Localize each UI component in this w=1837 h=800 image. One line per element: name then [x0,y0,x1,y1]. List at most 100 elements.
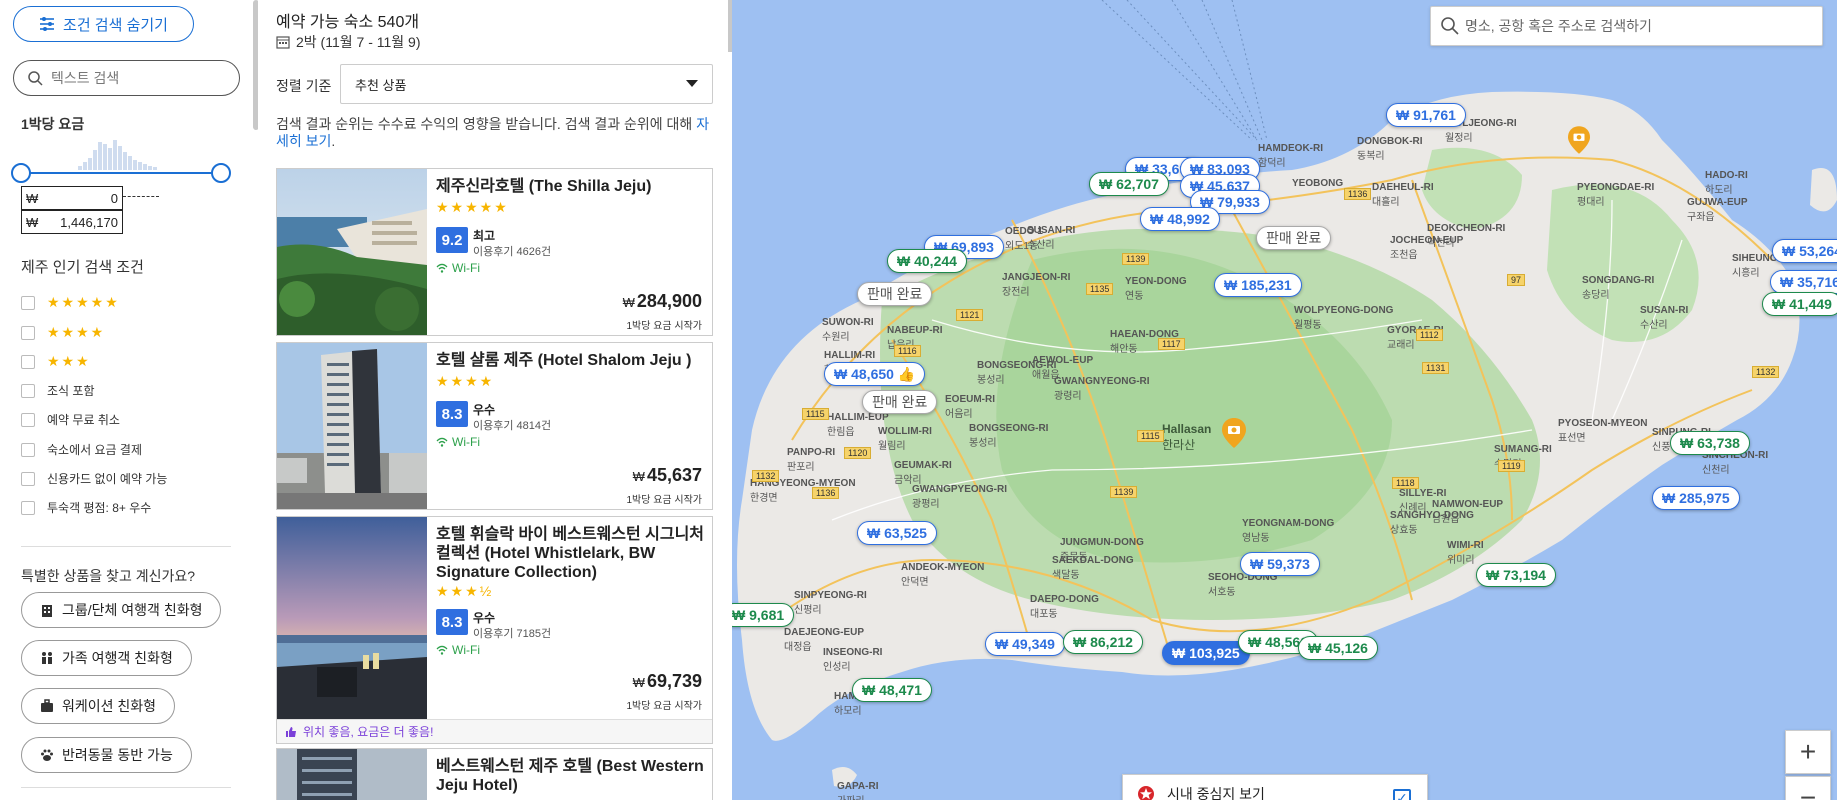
hotel-card-whistlelark[interactable]: 호텔 휘슬락 바이 베스트웨스턴 시그니처 컬렉션 (Hotel Whistle… [276,516,713,744]
price-pin[interactable]: ₩ 103,925 [1162,641,1250,665]
hotel-stars: ★★★½ [436,583,494,599]
price-pin[interactable]: ₩ 35,716 [1770,270,1837,294]
ranking-note: 검색 결과 순위는 수수료 수익의 영향을 받습니다. 검색 결과 순위에 대해… [276,116,716,150]
checkbox[interactable] [21,471,35,486]
price-pin[interactable]: ₩ 285,975 [1652,486,1740,510]
price-pin[interactable]: ₩ 48,992 [1140,207,1220,231]
checkbox[interactable] [21,354,35,369]
zoom-in-button[interactable]: + [1785,730,1831,774]
place-name-ko: 하도리 [1705,185,1733,196]
place-name-en: SILLYE-RI [1399,488,1447,499]
price-value: 69,739 [646,671,702,691]
hotel-name[interactable]: 베스트웨스턴 제주 호텔 (Best Western Jeju Hotel) [436,757,708,795]
thumbs-up-icon [286,726,296,737]
price-min-field[interactable]: ₩ 0 [21,186,123,210]
checkbox[interactable] [21,442,35,457]
place-name-en: JOCHEON-EUP [1390,235,1464,246]
hotel-name[interactable]: 호텔 샬롬 제주 (Hotel Shalom Jeju ) [436,351,708,370]
hotel-photo [277,343,427,509]
place-name-en: GAPA-RI [837,781,879,792]
price-max-handle[interactable] [211,163,231,183]
checkbox[interactable] [21,325,35,340]
divider [21,787,231,788]
checkbox[interactable] [21,295,35,310]
road-number: 1136 [812,487,840,499]
hotel-name[interactable]: 호텔 휘슬락 바이 베스트웨스턴 시그니처 컬렉션 (Hotel Whistle… [436,525,708,582]
filter-no-credit-card[interactable]: 신용카드 없이 예약 가능 [21,470,167,487]
checkbox[interactable] [21,383,35,398]
wifi-label: Wi-Fi [452,261,480,275]
price-pin[interactable]: ₩ 73,194 [1476,563,1556,587]
attraction-camera-icon[interactable] [1222,418,1246,448]
filter-label: 조식 포함 [47,384,95,398]
place-label: YEONGNAM-DONG 영남동 [1242,518,1334,544]
filter-5-stars[interactable]: ★★★★★ [21,294,120,311]
filter-3-stars[interactable]: ★★★ [21,353,91,370]
place-name-en: YEOBONG [1292,178,1344,189]
ranking-note-text: 검색 결과 순위는 수수료 수익의 영향을 받습니다. 검색 결과 순위에 대해 [276,116,693,132]
histogram-bar [128,156,132,170]
pet-friendly-button[interactable]: 반려동물 동반 가능 [21,737,192,773]
place-name-en: DAEJEONG-EUP [784,627,865,638]
hotel-card-shalom[interactable]: 호텔 샬롬 제주 (Hotel Shalom Jeju ) ★★★★ 8.3 우… [276,342,713,510]
filter-rating-8plus[interactable]: 투숙객 평점: 8+ 우수 [21,499,151,516]
map[interactable]: HAMDEOK-RI 함덕리 DONGBOK-RI 동복리 WOLJEONG-RI 월정리… [732,0,1837,800]
hotel-card-best-western[interactable]: 베스트웨스턴 제주 호텔 (Best Western Jeju Hotel) [276,748,713,800]
price-min-handle[interactable] [11,163,31,183]
sold-out-pin[interactable]: 판매 완료 [862,390,938,414]
place-name-en: DAEPO-DONG [1030,594,1099,605]
currency-symbol: ₩ [632,469,645,484]
price-pin[interactable]: ₩ 48,471 [852,678,932,702]
price-pin[interactable]: ₩ 63,525 [857,521,937,545]
wifi-label: Wi-Fi [452,643,480,657]
price-pin[interactable]: ₩ 9,681 [732,603,795,627]
group-friendly-button[interactable]: 그룹/단체 여행객 친화형 [21,592,222,628]
review-score-label: 최고 [473,229,496,243]
city-center-checkbox[interactable]: ✓ [1393,789,1411,800]
filter-pay-at-property[interactable]: 숙소에서 요금 결제 [21,441,142,458]
workation-friendly-button[interactable]: 워케이션 친화형 [21,688,176,724]
place-name-ko: 동복리 [1357,151,1385,162]
filter-label: 신용카드 없이 예약 가능 [47,472,168,486]
place-label: SUSAN-RI 수산리 [1640,305,1688,331]
sort-select[interactable]: 추천 상품 [340,64,713,104]
filter-breakfast[interactable]: 조식 포함 [21,382,95,399]
price-slider-track[interactable] [21,172,221,174]
price-pin[interactable]: ₩ 63,738 [1670,431,1750,455]
price-pin[interactable]: ₩ 185,231 [1214,273,1302,297]
price-max-field[interactable]: ₩ 1,446,170 [21,210,123,234]
price-pin[interactable]: ₩ 86,212 [1063,630,1143,654]
map-search-input[interactable]: 명소, 공항 혹은 주소로 검색하기 [1430,6,1823,46]
hotel-photo [277,749,427,800]
price-pin[interactable]: ₩ 59,373 [1240,552,1320,576]
filter-4-stars[interactable]: ★★★★ [21,324,105,341]
price-pin[interactable]: ₩ 41,449 [1762,292,1837,316]
checkbox[interactable] [21,412,35,427]
sold-out-pin[interactable]: 판매 완료 [857,282,933,306]
checkbox[interactable] [21,500,35,515]
price-pin[interactable]: ₩ 45,126 [1298,636,1378,660]
place-name-ko: 한경면 [750,493,778,504]
text-search-input[interactable] [51,70,211,86]
family-friendly-button[interactable]: 가족 여행객 친화형 [21,640,192,676]
hide-filters-button[interactable]: 조건 검색 숨기기 [13,6,194,42]
per-night-label: 1박당 요금 시작가 [626,321,702,332]
attraction-camera-icon[interactable] [1568,126,1590,154]
place-name-en: Hallasan [1162,422,1212,436]
sold-out-pin[interactable]: 판매 완료 [1256,226,1332,250]
price-pin[interactable]: ₩ 53,264 [1772,239,1837,263]
star-rating: ★★★★ [47,324,106,340]
city-center-toggle[interactable]: 시내 중심지 보기 ✓ [1122,774,1428,800]
price-pin[interactable]: ₩ 48,650 👍 [824,362,926,386]
hotel-card-shilla[interactable]: 제주신라호텔 (The Shilla Jeju) ★★★★★ 9.2 최고 이용… [276,168,713,336]
price-pin[interactable]: ₩ 49,349 [985,632,1065,656]
feature-label: 그룹/단체 여행객 친화형 [62,602,203,618]
zoom-out-button[interactable]: − [1785,776,1831,800]
text-search[interactable] [13,60,240,96]
filter-free-cancel[interactable]: 예약 무료 취소 [21,411,120,428]
hotel-name[interactable]: 제주신라호텔 (The Shilla Jeju) [436,177,708,196]
histogram-bar [118,146,122,170]
price-pin[interactable]: ₩ 62,707 [1089,172,1169,196]
price-pin[interactable]: ₩ 91,761 [1386,103,1466,127]
price-pin[interactable]: ₩ 40,244 [887,249,967,273]
